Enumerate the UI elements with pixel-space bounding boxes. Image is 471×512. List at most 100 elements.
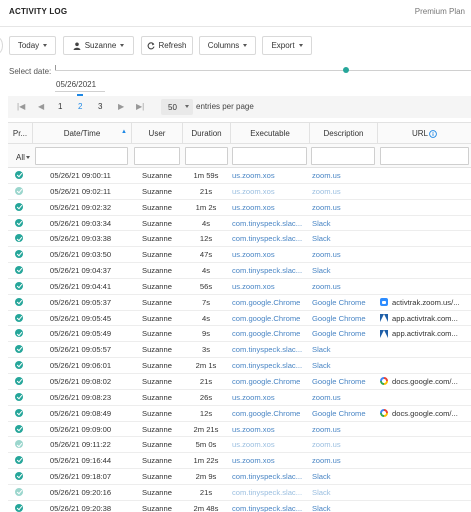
duration-filter-input[interactable] xyxy=(185,147,228,165)
description-link[interactable]: zoom.us xyxy=(312,184,382,199)
col-header-datetime[interactable]: Date/Time ▲ xyxy=(32,123,131,144)
col-header-status[interactable]: Pr... xyxy=(8,123,32,144)
next-page-icon[interactable]: ▶ xyxy=(118,102,124,111)
date-slider-thumb[interactable] xyxy=(343,67,349,73)
executable-link[interactable]: us.zoom.xos xyxy=(231,279,307,294)
executable-filter-input[interactable] xyxy=(232,147,307,165)
executable-link[interactable]: com.google.Chrome xyxy=(231,295,307,310)
description-link[interactable]: Slack xyxy=(312,501,382,512)
info-icon[interactable] xyxy=(429,129,437,138)
status-filter-select[interactable]: All xyxy=(16,153,30,162)
executable-link[interactable]: us.zoom.xos xyxy=(231,390,307,405)
description-link[interactable]: zoom.us xyxy=(312,279,382,294)
description-link[interactable]: Slack xyxy=(312,485,382,500)
table-row[interactable]: 05/26/21 09:05:37 Suzanne 7s com.google.Chr… xyxy=(8,295,471,311)
executable-link[interactable]: us.zoom.xos xyxy=(231,453,307,468)
table-row[interactable]: 05/26/21 09:16:44 Suzanne 1m 22s us.zoom.xo… xyxy=(8,453,471,470)
table-row[interactable]: 05/26/21 09:08:23 Suzanne 26s us.zoom.xos zo… xyxy=(8,390,471,406)
table-row[interactable]: 05/26/21 09:20:38 Suzanne 2m 48s com.tinysp… xyxy=(8,501,471,512)
table-row[interactable]: 05/26/21 09:18:07 Suzanne 2m 9s com.tinyspe… xyxy=(8,469,471,485)
date-range-dropdown[interactable]: Today xyxy=(9,36,56,55)
table-row[interactable]: 05/26/21 09:11:22 Suzanne 5m 0s us.zoom.xos… xyxy=(8,437,471,454)
description-link[interactable]: Slack xyxy=(312,263,382,278)
table-row[interactable]: 05/26/21 09:08:02 Suzanne 21s com.google.Ch… xyxy=(8,374,471,390)
executable-link[interactable]: us.zoom.xos xyxy=(231,247,307,262)
datetime-filter-input[interactable] xyxy=(35,147,128,165)
plan-label[interactable]: Premium Plan xyxy=(415,7,465,16)
executable-link[interactable]: com.tinyspeck.slac... xyxy=(231,231,307,246)
description-link[interactable]: Slack xyxy=(312,342,382,357)
table-row[interactable]: 05/26/21 09:04:37 Suzanne 4s com.tinyspeck.… xyxy=(8,263,471,279)
table-row[interactable]: 05/26/21 09:05:45 Suzanne 4s com.google.Chr… xyxy=(8,311,471,327)
page-2-button[interactable]: 2 xyxy=(76,94,85,111)
executable-link[interactable]: com.tinyspeck.slac... xyxy=(231,485,307,500)
table-row[interactable]: 05/26/21 09:00:11 Suzanne 1m 59s us.zoom.xo… xyxy=(8,168,471,184)
col-header-executable[interactable]: Executable xyxy=(230,123,309,144)
executable-link[interactable]: com.tinyspeck.slac... xyxy=(231,216,307,231)
description-link[interactable]: zoom.us xyxy=(312,453,382,468)
table-row[interactable]: 05/26/21 09:02:32 Suzanne 1m 2s us.zoom.xos… xyxy=(8,200,471,216)
page-1-button[interactable]: 1 xyxy=(58,102,62,111)
last-page-icon[interactable]: ▶| xyxy=(136,102,144,111)
user-filter-input[interactable] xyxy=(134,147,180,165)
col-header-user[interactable]: User xyxy=(131,123,182,144)
url-cell[interactable]: docs.google.com/... xyxy=(380,406,471,421)
table-row[interactable]: 05/26/21 09:05:49 Suzanne 9s com.google.Chr… xyxy=(8,326,471,343)
col-header-description[interactable]: Description xyxy=(309,123,377,144)
table-row[interactable]: 05/26/21 09:05:57 Suzanne 3s com.tinyspeck.… xyxy=(8,342,471,359)
url-cell[interactable]: app.activtrak.com... xyxy=(380,311,471,326)
col-header-url[interactable]: URL xyxy=(377,123,471,144)
date-slider-track[interactable] xyxy=(55,70,471,71)
table-row[interactable]: 05/26/21 09:02:11 Suzanne 21s us.zoom.xos zo… xyxy=(8,184,471,200)
description-link[interactable]: zoom.us xyxy=(312,422,382,437)
description-link[interactable]: Google Chrome xyxy=(312,311,382,326)
table-row[interactable]: 05/26/21 09:20:16 Suzanne 21s com.tinyspeck… xyxy=(8,485,471,501)
executable-link[interactable]: com.tinyspeck.slac... xyxy=(231,501,307,512)
table-row[interactable]: 05/26/21 09:08:49 Suzanne 12s com.google.Ch… xyxy=(8,406,471,422)
executable-link[interactable]: us.zoom.xos xyxy=(231,200,307,215)
page-size-select[interactable]: 50 xyxy=(161,99,193,115)
executable-link[interactable]: us.zoom.xos xyxy=(231,437,307,452)
table-row[interactable]: 05/26/21 09:03:50 Suzanne 47s us.zoom.xos zo… xyxy=(8,247,471,264)
executable-link[interactable]: com.google.Chrome xyxy=(231,374,307,389)
table-row[interactable]: 05/26/21 09:04:41 Suzanne 56s us.zoom.xos zo… xyxy=(8,279,471,295)
description-filter-input[interactable] xyxy=(311,147,375,165)
url-cell[interactable]: docs.google.com/... xyxy=(380,374,471,389)
description-link[interactable]: zoom.us xyxy=(312,390,382,405)
export-dropdown[interactable]: Export xyxy=(262,36,312,55)
table-row[interactable]: 05/26/21 09:09:00 Suzanne 2m 21s us.zoom.xo… xyxy=(8,422,471,438)
description-link[interactable]: Google Chrome xyxy=(312,406,382,421)
description-link[interactable]: Slack xyxy=(312,469,382,484)
executable-link[interactable]: com.tinyspeck.slac... xyxy=(231,358,307,373)
col-header-duration[interactable]: Duration xyxy=(182,123,230,144)
executable-link[interactable]: com.tinyspeck.slac... xyxy=(231,263,307,278)
columns-dropdown[interactable]: Columns xyxy=(199,36,256,55)
description-link[interactable]: Slack xyxy=(312,358,382,373)
description-link[interactable]: Google Chrome xyxy=(312,326,382,341)
user-dropdown[interactable]: Suzanne xyxy=(63,36,134,55)
description-link[interactable]: Slack xyxy=(312,216,382,231)
url-cell[interactable]: activtrak.zoom.us/... xyxy=(380,295,471,310)
description-link[interactable]: zoom.us xyxy=(312,168,382,183)
table-row[interactable]: 05/26/21 09:03:38 Suzanne 12s com.tinyspeck… xyxy=(8,231,471,248)
executable-link[interactable]: us.zoom.xos xyxy=(231,422,307,437)
url-filter-input[interactable] xyxy=(380,147,469,165)
url-cell[interactable]: app.activtrak.com... xyxy=(380,326,471,341)
description-link[interactable]: Google Chrome xyxy=(312,295,382,310)
executable-link[interactable]: com.tinyspeck.slac... xyxy=(231,469,307,484)
prev-page-icon[interactable]: ◀ xyxy=(38,102,44,111)
executable-link[interactable]: us.zoom.xos xyxy=(231,184,307,199)
page-3-button[interactable]: 3 xyxy=(98,102,102,111)
executable-link[interactable]: com.google.Chrome xyxy=(231,311,307,326)
table-row[interactable]: 05/26/21 09:03:34 Suzanne 4s com.tinyspeck.… xyxy=(8,216,471,232)
executable-link[interactable]: com.google.Chrome xyxy=(231,406,307,421)
refresh-button[interactable]: Refresh xyxy=(141,36,193,55)
description-link[interactable]: Google Chrome xyxy=(312,374,382,389)
executable-link[interactable]: us.zoom.xos xyxy=(231,168,307,183)
first-page-icon[interactable]: |◀ xyxy=(17,102,25,111)
description-link[interactable]: Slack xyxy=(312,231,382,246)
executable-link[interactable]: com.google.Chrome xyxy=(231,326,307,341)
table-row[interactable]: 05/26/21 09:06:01 Suzanne 2m 1s com.tinyspe… xyxy=(8,358,471,374)
description-link[interactable]: zoom.us xyxy=(312,437,382,452)
executable-link[interactable]: com.tinyspeck.slac... xyxy=(231,342,307,357)
